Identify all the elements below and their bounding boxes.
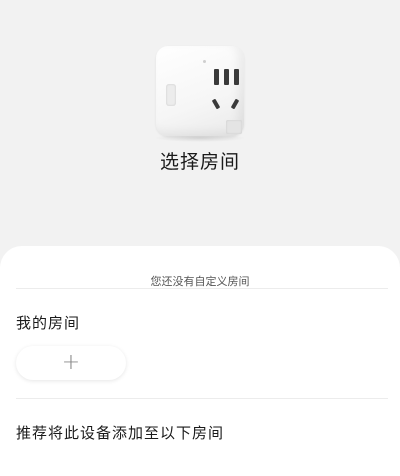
socket-slot xyxy=(234,69,239,85)
add-room-button[interactable]: + xyxy=(16,346,126,380)
no-custom-room-hint: 您还没有自定义房间 xyxy=(150,275,250,288)
room-selection-sheet: 您还没有自定义房间 我的房间 + 推荐将此设备添加至以下房间 xyxy=(0,246,400,476)
divider xyxy=(16,398,388,399)
socket-slot xyxy=(224,69,229,85)
smart-plug-image xyxy=(150,42,250,142)
status-led xyxy=(203,60,206,63)
divider xyxy=(16,288,388,289)
page-title: 选择房间 xyxy=(159,151,240,173)
device-tab xyxy=(226,120,242,134)
device-body xyxy=(156,46,244,136)
device-side-button xyxy=(166,84,176,106)
plus-icon: + xyxy=(61,350,81,375)
socket-slot xyxy=(211,98,221,110)
recommended-rooms-title: 推荐将此设备添加至以下房间 xyxy=(16,424,225,442)
socket-slot xyxy=(214,69,219,85)
socket-slot xyxy=(230,98,240,110)
device-header: 选择房间 xyxy=(0,0,400,255)
my-rooms-title: 我的房间 xyxy=(16,314,81,332)
